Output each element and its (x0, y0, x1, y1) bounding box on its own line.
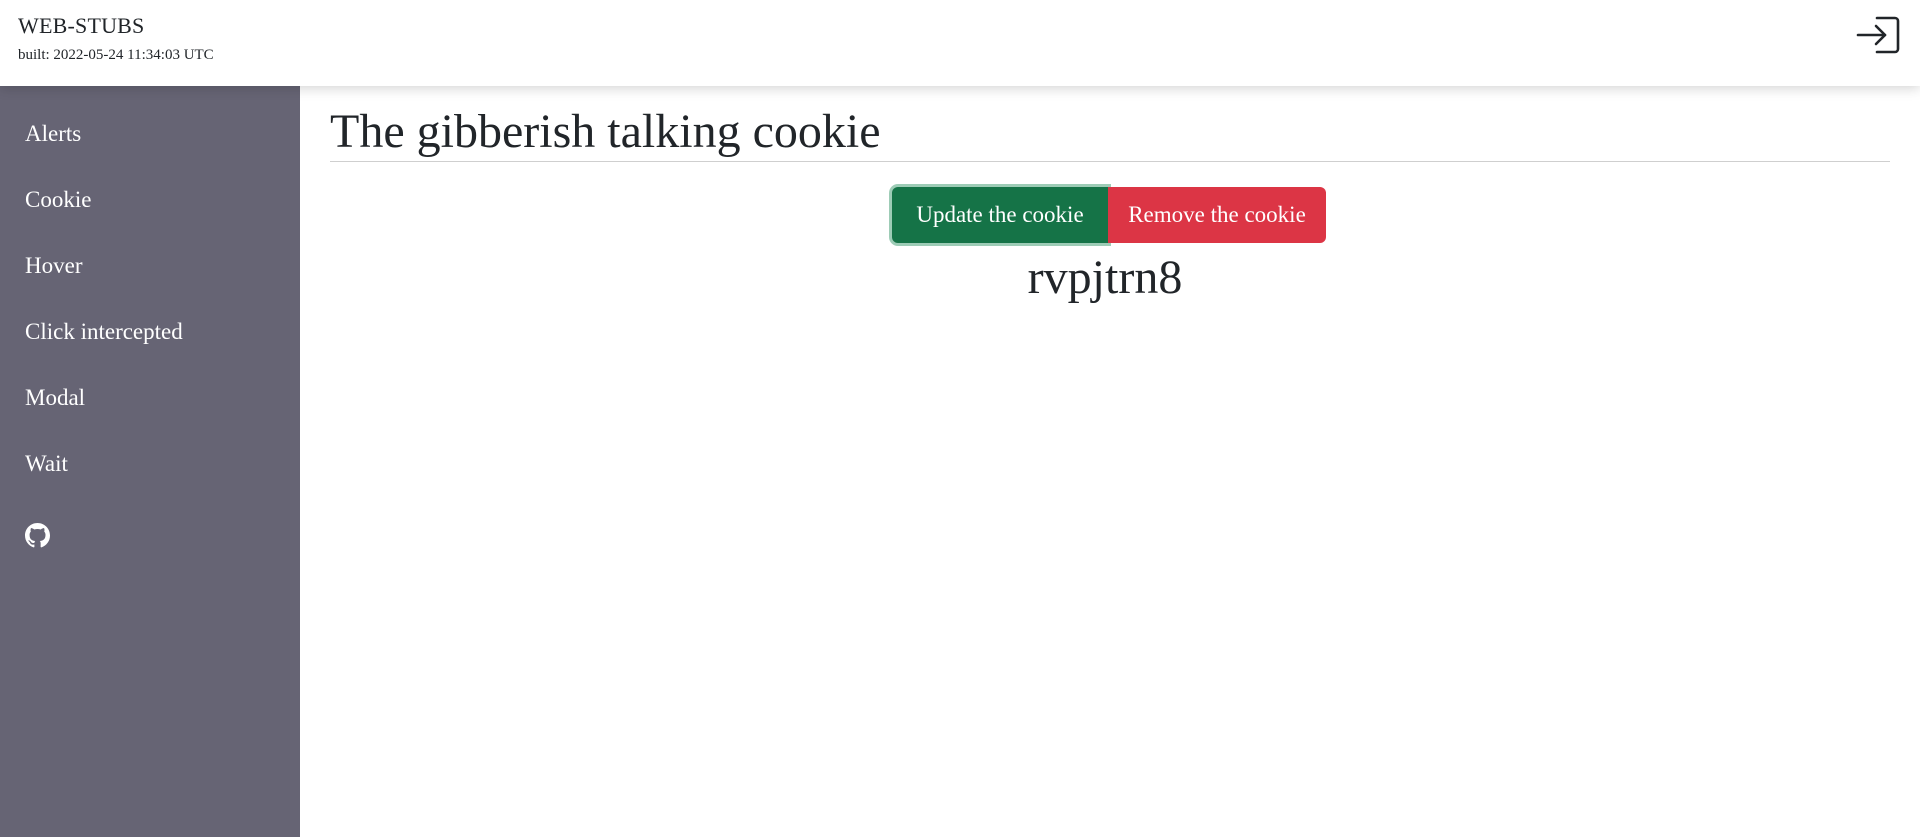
sidebar-item-cookie[interactable]: Cookie (25, 187, 91, 213)
remove-cookie-button[interactable]: Remove the cookie (1108, 187, 1326, 243)
sidebar-item-hover[interactable]: Hover (25, 253, 82, 279)
top-header: WEB-STUBS built: 2022-05-24 11:34:03 UTC (0, 0, 1920, 86)
page-title: The gibberish talking cookie (330, 105, 881, 158)
title-divider (330, 161, 1890, 162)
github-link[interactable] (25, 523, 50, 548)
sign-in-icon (1856, 16, 1900, 54)
sidebar-item-click-intercepted[interactable]: Click intercepted (25, 319, 183, 345)
cookie-value: rvpjtrn8 (1027, 251, 1183, 304)
login-button[interactable] (1853, 13, 1903, 57)
app-brand[interactable]: WEB-STUBS (18, 13, 144, 39)
sidebar-item-wait[interactable]: Wait (25, 451, 68, 477)
sidebar: Alerts Cookie Hover Click intercepted Mo… (0, 86, 300, 837)
main-content: The gibberish talking cookie Update the … (300, 86, 1920, 837)
sidebar-item-alerts[interactable]: Alerts (25, 121, 81, 147)
build-info: built: 2022-05-24 11:34:03 UTC (18, 47, 214, 63)
update-cookie-button[interactable]: Update the cookie (892, 187, 1108, 243)
sidebar-item-modal[interactable]: Modal (25, 385, 85, 411)
github-icon (25, 523, 50, 548)
